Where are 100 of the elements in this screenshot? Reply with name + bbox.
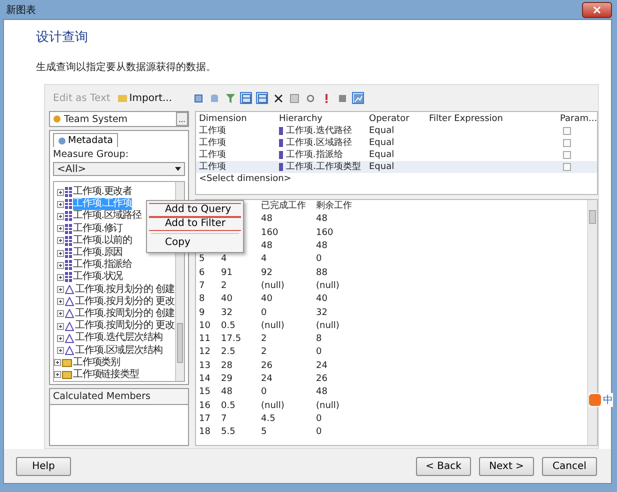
- column-header: 剩余工作: [315, 201, 353, 212]
- tree-item[interactable]: 工作项.修订: [73, 222, 123, 235]
- expand-icon[interactable]: [57, 286, 64, 294]
- table-cell-text: 7: [220, 414, 228, 425]
- menu-item[interactable]: Add to Filter: [149, 217, 241, 231]
- tree-item[interactable]: 工作项.状况: [73, 271, 123, 284]
- table-cell-text: 工作项: [198, 138, 227, 148]
- cancel-button[interactable]: Cancel: [542, 456, 597, 476]
- select-dimension-row[interactable]: <Select dimension>: [196, 174, 292, 184]
- cube-selector[interactable]: Team System ...: [49, 111, 189, 127]
- table-cell-text: 92: [260, 268, 274, 279]
- table-cell-text: 48: [220, 387, 234, 398]
- chart-icon: [354, 94, 363, 102]
- table-cell-text: 工作项: [198, 150, 227, 160]
- help-button[interactable]: Help: [16, 456, 71, 476]
- row-number: 10: [198, 320, 212, 332]
- tree-item[interactable]: 工作项链接类型: [73, 368, 139, 381]
- tree-item[interactable]: 工作项.迭代层次结构: [75, 332, 162, 344]
- import-button[interactable]: Import...: [116, 92, 174, 104]
- table-cell-text: 48: [260, 214, 274, 226]
- table-cell-text: (null): [260, 280, 286, 292]
- row-number: 18: [198, 427, 212, 438]
- expand-icon[interactable]: [57, 188, 64, 196]
- expand-icon[interactable]: [57, 334, 64, 342]
- back-button[interactable]: < Back: [416, 456, 471, 476]
- table-cell-text: 0: [315, 414, 323, 425]
- table-cell-text: 2.5: [220, 347, 236, 358]
- expand-icon[interactable]: [54, 359, 61, 366]
- parameter-checkbox[interactable]: [563, 127, 571, 135]
- tree-item[interactable]: 工作项.按月划分的 更改: [75, 296, 174, 308]
- column-header[interactable]: Param...: [557, 114, 597, 124]
- table-cell-text: 17.5: [220, 334, 242, 346]
- table-cell: 工作项.工作项类型: [276, 162, 366, 172]
- expand-icon[interactable]: [57, 262, 64, 269]
- tree-item[interactable]: 工作项.指派给: [73, 259, 132, 272]
- expand-icon[interactable]: [57, 310, 64, 318]
- window-title: 新图表: [5, 4, 36, 16]
- column-header[interactable]: Hierarchy: [276, 114, 366, 124]
- expand-icon[interactable]: [57, 298, 64, 306]
- refresh-icon: [306, 94, 315, 102]
- measure-group-dropdown[interactable]: <All>: [53, 162, 185, 176]
- table-cell-text: 0: [315, 427, 323, 438]
- tree-item[interactable]: 工作项.按周划分的 创建: [75, 308, 174, 320]
- tree-item[interactable]: 工作项.区域路径: [73, 210, 142, 222]
- menu-item[interactable]: Copy: [149, 236, 241, 250]
- table-cell-text: 2: [220, 280, 228, 292]
- column-header[interactable]: Dimension: [196, 114, 276, 124]
- tree-item[interactable]: 工作项.按周划分的 更改: [75, 320, 174, 332]
- expand-icon[interactable]: [57, 322, 64, 330]
- metadata-tab[interactable]: Metadata: [53, 133, 118, 147]
- attribute-icon: [65, 199, 72, 210]
- table-cell-text: 40: [220, 294, 234, 306]
- expand-icon[interactable]: [54, 371, 61, 378]
- expand-icon[interactable]: [57, 347, 64, 354]
- column-header[interactable]: Operator: [366, 114, 426, 124]
- table-cell-text: 5: [260, 427, 268, 438]
- table-cell-text: 0.5: [220, 400, 236, 412]
- parameter-checkbox[interactable]: [563, 139, 571, 147]
- toolbar-button[interactable]: [272, 92, 284, 104]
- tree-item[interactable]: 工作项.更改者: [73, 186, 132, 198]
- menu-item[interactable]: Add to Query: [149, 203, 241, 217]
- parameter-checkbox[interactable]: [563, 163, 571, 171]
- expand-icon[interactable]: [57, 225, 64, 232]
- attribute-icon: [65, 272, 72, 282]
- row-number: 14: [198, 374, 212, 385]
- stop-icon: [338, 94, 346, 102]
- table-cell-text: 32: [220, 308, 234, 319]
- table-cell-text: (null): [260, 400, 286, 412]
- attribute-icon: [65, 248, 72, 258]
- expand-icon[interactable]: [57, 237, 64, 244]
- tree-item[interactable]: 工作项类别: [73, 356, 120, 369]
- tree-item[interactable]: 工作项.原因: [73, 247, 123, 260]
- attribute-icon: [65, 236, 72, 246]
- row-number: 9: [198, 308, 206, 319]
- table-cell-text: 40: [260, 294, 274, 306]
- attribute-icon: [65, 224, 72, 234]
- scrollbar[interactable]: [587, 200, 597, 445]
- column-header[interactable]: Filter Expression: [426, 114, 557, 124]
- table-cell-text: 48: [260, 241, 274, 252]
- table-cell-text: 0: [315, 347, 323, 358]
- expand-icon[interactable]: [57, 250, 64, 257]
- parameter-checkbox[interactable]: [563, 151, 571, 159]
- page-description: 生成查询以指定要从数据源获得的数据。: [36, 60, 217, 74]
- table-cell-text: (null): [315, 320, 340, 332]
- expand-icon[interactable]: [57, 212, 64, 220]
- attribute-icon: [65, 260, 72, 270]
- tree-item[interactable]: 工作项.以前的: [73, 234, 132, 247]
- pane-icon: [258, 94, 267, 102]
- table-cell-text: (null): [315, 280, 340, 292]
- tree-item[interactable]: 工作项.区域层次结构: [75, 344, 162, 357]
- row-number: 7: [198, 280, 206, 292]
- expand-icon[interactable]: [57, 200, 64, 208]
- next-button[interactable]: Next >: [479, 456, 534, 476]
- table-cell-text: 2: [260, 347, 268, 358]
- tree-item[interactable]: 工作项.按月划分的 创建: [75, 284, 174, 296]
- browse-button[interactable]: ...: [176, 112, 188, 126]
- table-cell-text: 0: [260, 387, 268, 398]
- close-button[interactable]: [582, 2, 612, 18]
- expand-icon[interactable]: [57, 274, 64, 281]
- table-cell-text: 48: [315, 241, 328, 252]
